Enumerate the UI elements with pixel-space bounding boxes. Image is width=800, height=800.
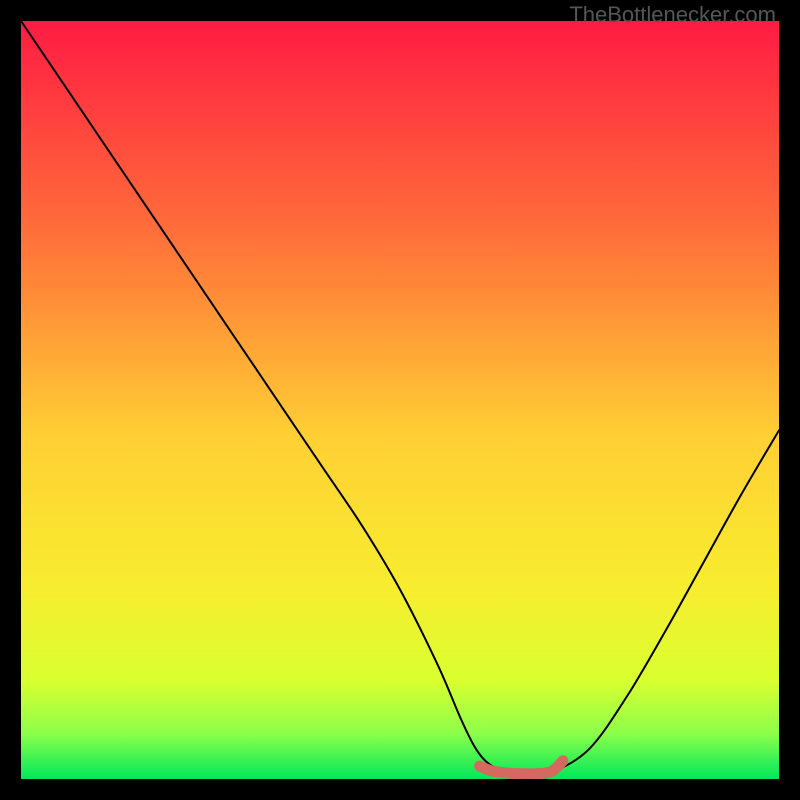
watermark-text: TheBottleneсker.com: [569, 2, 776, 28]
chart-frame: [21, 21, 779, 779]
chart-background: [21, 21, 779, 779]
bottleneck-chart: [21, 21, 779, 779]
